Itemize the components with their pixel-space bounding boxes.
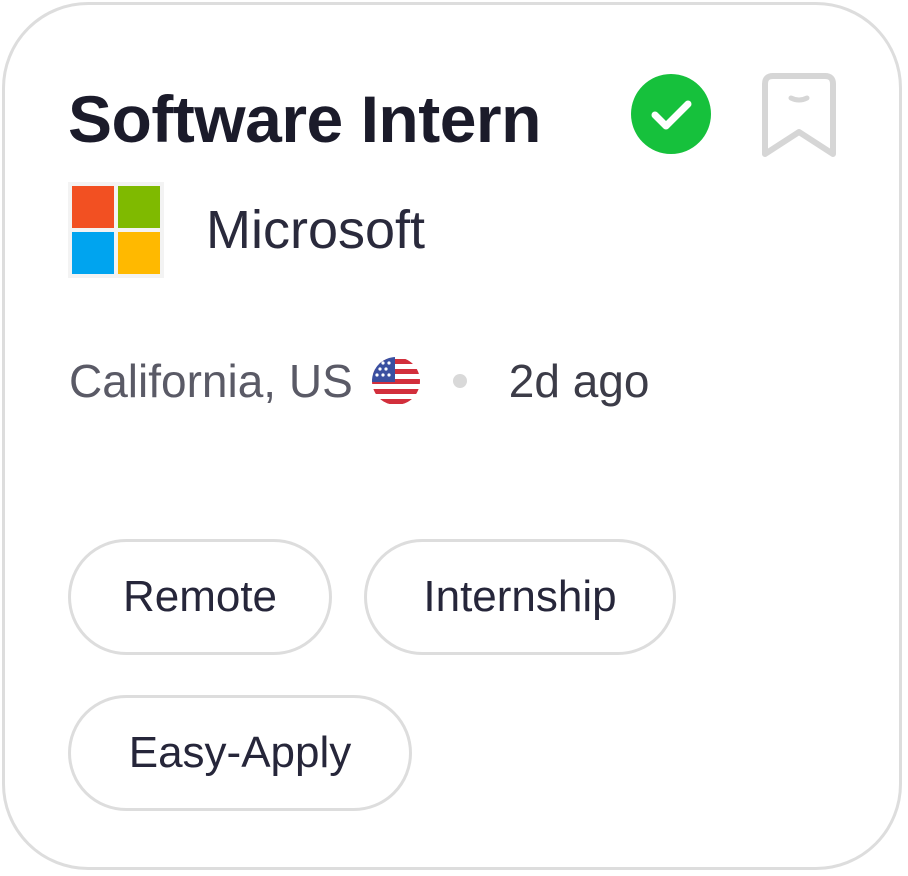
location: California, US: [69, 355, 353, 407]
bookmark-icon[interactable]: [759, 70, 839, 162]
verified-check-icon: [631, 74, 711, 154]
tag-easy-apply[interactable]: Easy-Apply: [68, 695, 412, 811]
us-flag-icon: [371, 357, 420, 405]
posted-time: 2d ago: [508, 355, 650, 407]
tag-remote[interactable]: Remote: [68, 539, 332, 655]
tag-internship[interactable]: Internship: [364, 539, 676, 655]
job-title: Software Intern: [68, 82, 541, 156]
job-meta: California, US 2d ago: [69, 351, 649, 411]
company-name: Microsoft: [206, 200, 426, 260]
microsoft-logo: [68, 182, 164, 278]
job-card[interactable]: Software Intern Microsoft California, US: [2, 2, 902, 870]
separator-dot: [452, 374, 467, 388]
